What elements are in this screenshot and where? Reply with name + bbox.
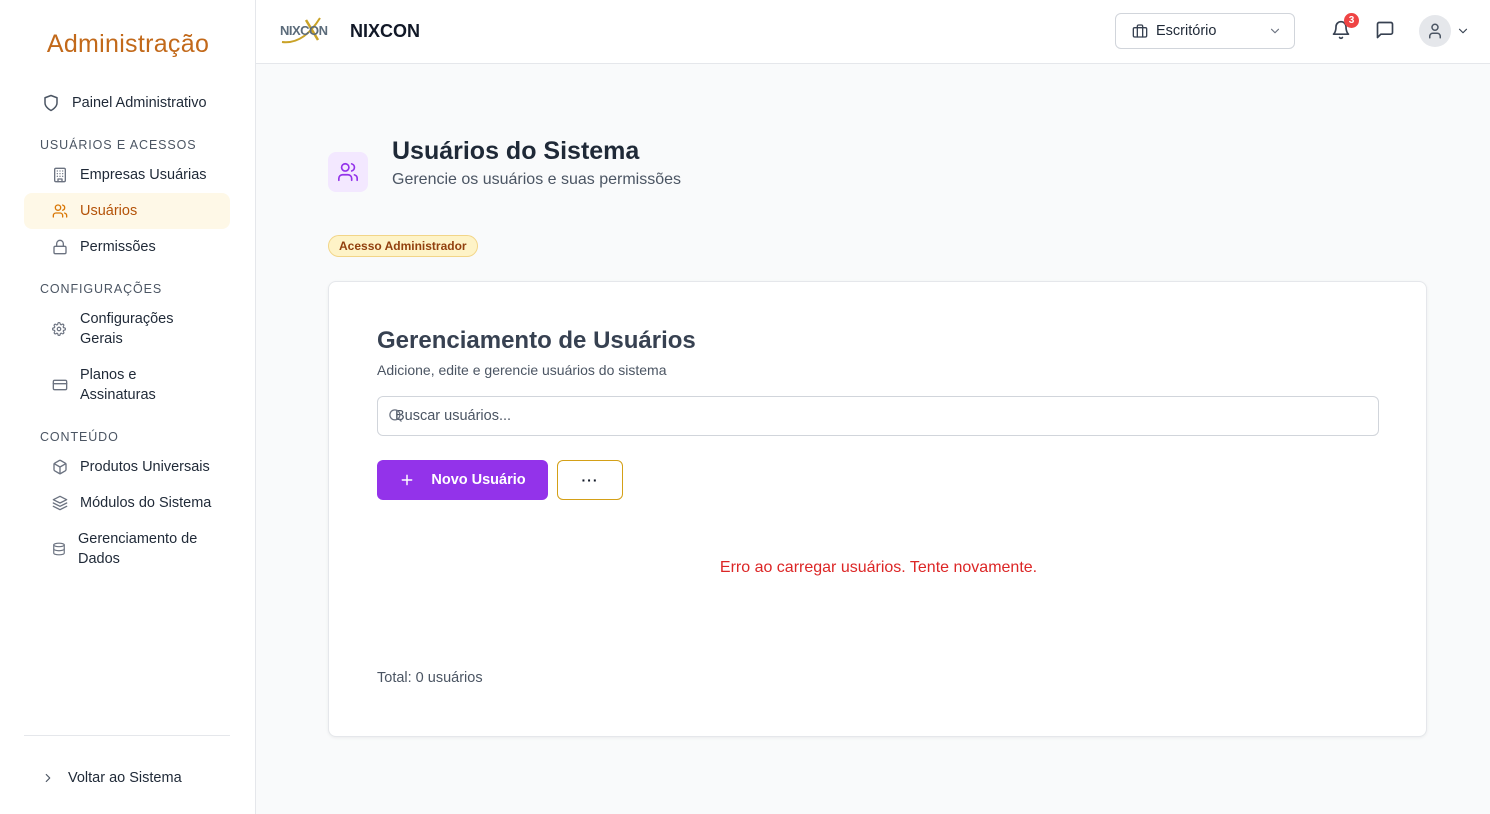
shield-icon: [42, 94, 60, 112]
lock-icon: [52, 239, 68, 255]
search-icon: [388, 408, 403, 423]
sidebar-item-label: Assinaturas: [80, 387, 156, 403]
card-subtitle: Adicione, edite e gerencie usuários do s…: [377, 362, 667, 378]
sidebar-item-general-settings[interactable]: Configurações Gerais: [24, 307, 230, 351]
sidebar-item-data-management[interactable]: Gerenciamento de Dados: [24, 527, 230, 571]
more-options-button[interactable]: ···: [557, 460, 623, 500]
sidebar-item-admin-panel[interactable]: Painel Administrativo: [24, 85, 230, 121]
section-content: CONTEÚDO: [40, 430, 119, 444]
total-users: Total: 0 usuários: [377, 670, 483, 686]
sidebar-item-label: Gerenciamento de: [78, 531, 198, 547]
building-icon: [52, 167, 68, 183]
sidebar-item-universal-products[interactable]: Produtos Universais: [24, 449, 230, 485]
sidebar-item-label: Módulos do Sistema: [80, 495, 212, 511]
new-user-label: Novo Usuário: [431, 472, 526, 488]
layers-icon: [52, 495, 68, 511]
sidebar-item-label: Painel Administrativo: [72, 95, 207, 111]
brand[interactable]: NIXCON NIXCON: [280, 14, 420, 48]
page-icon: [328, 152, 368, 192]
user-avatar[interactable]: [1419, 15, 1451, 47]
gear-icon: [52, 322, 66, 336]
user-management-card: Gerenciamento de Usuários Adicione, edit…: [328, 281, 1427, 737]
sidebar-item-users[interactable]: Usuários: [24, 193, 230, 229]
sidebar-item-label: Configurações: [80, 311, 174, 327]
sidebar-item-companies[interactable]: Empresas Usuárias: [24, 157, 230, 193]
user-menu-toggle[interactable]: [1455, 19, 1471, 43]
sidebar-title: Administração: [46, 30, 210, 58]
page-title: Usuários do Sistema: [392, 137, 640, 165]
briefcase-icon: [1132, 23, 1148, 39]
card-title: Gerenciamento de Usuários: [377, 327, 696, 354]
sidebar-item-plans[interactable]: Planos e Assinaturas: [24, 363, 230, 407]
database-icon: [52, 542, 66, 556]
users-icon: [52, 203, 68, 219]
sidebar-item-label: Dados: [78, 551, 120, 567]
sidebar-item-permissions[interactable]: Permissões: [24, 229, 230, 265]
back-to-system-link[interactable]: Voltar ao Sistema: [24, 760, 230, 796]
plus-icon: [399, 472, 415, 488]
sidebar-item-label: Gerais: [80, 331, 123, 347]
more-horizontal-icon: ···: [581, 472, 599, 488]
package-icon: [52, 459, 68, 475]
messages-button[interactable]: [1373, 18, 1397, 42]
notification-count-badge: 3: [1344, 13, 1359, 28]
sidebar-item-label: Planos e: [80, 367, 137, 383]
error-message: Erro ao carregar usuários. Tente novamen…: [719, 559, 1038, 576]
section-users-access: USUÁRIOS E ACESSOS: [40, 138, 197, 152]
brand-name: NIXCON: [350, 20, 421, 41]
sidebar: Administração Painel Administrativo USUÁ…: [0, 0, 256, 814]
sidebar-divider: [24, 735, 230, 736]
credit-card-icon: [52, 377, 68, 393]
logo-text: NIXCON: [280, 23, 328, 38]
sidebar-item-label: Empresas Usuárias: [80, 167, 207, 183]
nixcon-logo: NIXCON: [280, 14, 342, 48]
sidebar-item-label: Produtos Universais: [80, 459, 210, 475]
chevron-down-icon: [1456, 24, 1470, 38]
user-icon: [1426, 22, 1444, 40]
page-subtitle: Gerencie os usuários e suas permissões: [392, 171, 682, 188]
admin-access-badge: Acesso Administrador: [328, 235, 478, 257]
top-header: NIXCON NIXCON Escritório 3: [256, 0, 1490, 64]
chevron-down-icon: [1268, 24, 1282, 38]
sidebar-item-system-modules[interactable]: Módulos do Sistema: [24, 485, 230, 521]
back-label: Voltar ao Sistema: [68, 770, 182, 786]
new-user-button[interactable]: Novo Usuário: [377, 460, 548, 500]
chevron-right-icon: [40, 770, 56, 786]
message-square-icon: [1375, 20, 1395, 40]
search-input[interactable]: [378, 397, 1378, 435]
section-settings: CONFIGURAÇÕES: [40, 282, 163, 296]
sidebar-item-label: Usuários: [80, 203, 138, 219]
sidebar-item-label: Permissões: [80, 239, 156, 255]
office-select-value: Escritório: [1156, 23, 1217, 39]
search-box: [377, 396, 1379, 436]
users-icon: [337, 161, 359, 183]
office-select[interactable]: Escritório: [1115, 13, 1295, 49]
